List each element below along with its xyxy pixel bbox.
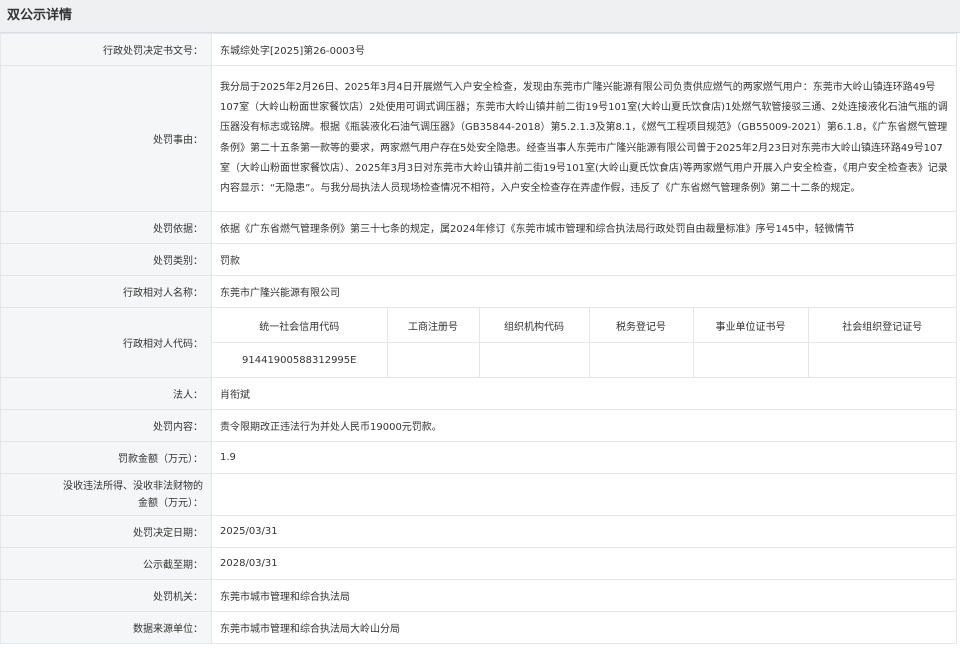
amount-value: 1.9 (211, 441, 957, 474)
code-header-business: 工商注册号 (387, 308, 480, 343)
doc-no-label: 行政处罚决定书文号： (0, 33, 212, 66)
row-doc-no: 行政处罚决定书文号： 东城综处字[2025]第26-0003号 (0, 33, 957, 66)
legal-rep-label: 法人： (0, 377, 212, 410)
reason-value: 我分局于2025年2月26日、2025年3月4日开展燃气入户安全检查，发现由东莞… (211, 65, 957, 212)
row-amount: 罚款金额（万元）： 1.9 (0, 441, 957, 474)
code-value-social-org (808, 343, 956, 378)
detail-table: 行政处罚决定书文号： 东城综处字[2025]第26-0003号 处罚事由： 我分… (0, 33, 957, 644)
basis-label: 处罚依据： (0, 211, 212, 244)
party-code-label: 行政相对人代码： (0, 307, 212, 378)
party-name-value: 东莞市广隆兴能源有限公司 (211, 275, 957, 308)
confiscation-label: 没收违法所得、没收非法财物的 金额（万元）： (0, 473, 212, 516)
source-value: 东莞市城市管理和综合执法局大岭山分局 (211, 611, 957, 644)
source-label: 数据来源单位： (0, 611, 212, 644)
code-header-social-org: 社会组织登记证号 (808, 308, 956, 343)
code-value-business (387, 342, 480, 377)
party-code-cell: 统一社会信用代码 工商注册号 组织机构代码 税务登记号 事业单位证书号 社会组织… (211, 307, 957, 378)
code-value-tax (589, 342, 694, 377)
row-decision-date: 处罚决定日期： 2025/03/31 (0, 515, 957, 548)
code-header-tax: 税务登记号 (589, 308, 694, 343)
page-title: 双公示详情 (0, 0, 960, 33)
expiry-date-value: 2028/03/31 (211, 547, 957, 580)
row-party-code: 行政相对人代码： 统一社会信用代码 工商注册号 组织机构代码 税务登记号 事业单… (0, 307, 957, 378)
category-label: 处罚类别： (0, 243, 212, 276)
code-value-institution (693, 342, 809, 377)
row-confiscation: 没收违法所得、没收非法财物的 金额（万元）： (0, 473, 957, 516)
category-value: 罚款 (211, 243, 957, 276)
row-content: 处罚内容： 责令限期改正违法行为并处人民币19000元罚款。 (0, 409, 957, 442)
code-header-org: 组织机构代码 (479, 308, 590, 343)
row-expiry-date: 公示截至期： 2028/03/31 (0, 547, 957, 580)
party-code-table: 统一社会信用代码 工商注册号 组织机构代码 税务登记号 事业单位证书号 社会组织… (212, 308, 956, 377)
row-party-name: 行政相对人名称： 东莞市广隆兴能源有限公司 (0, 275, 957, 308)
decision-date-value: 2025/03/31 (211, 515, 957, 548)
code-header-row: 统一社会信用代码 工商注册号 组织机构代码 税务登记号 事业单位证书号 社会组织… (212, 308, 956, 343)
detail-page: 双公示详情 行政处罚决定书文号： 东城综处字[2025]第26-0003号 处罚… (0, 0, 960, 653)
doc-no-value: 东城综处字[2025]第26-0003号 (211, 33, 957, 66)
legal-rep-value: 肖衔斌 (211, 377, 957, 410)
expiry-date-label: 公示截至期： (0, 547, 212, 580)
content-value: 责令限期改正违法行为并处人民币19000元罚款。 (211, 409, 957, 442)
row-authority: 处罚机关： 东莞市城市管理和综合执法局 (0, 579, 957, 612)
authority-label: 处罚机关： (0, 579, 212, 612)
confiscation-label-line2: 金额（万元）： (138, 497, 203, 509)
reason-label: 处罚事由： (0, 65, 212, 212)
row-legal-rep: 法人： 肖衔斌 (0, 377, 957, 410)
content-label: 处罚内容： (0, 409, 212, 442)
decision-date-label: 处罚决定日期： (0, 515, 212, 548)
code-value-org (479, 342, 590, 377)
row-basis: 处罚依据： 依据《广东省燃气管理条例》第三十七条的规定，属2024年修订《东莞市… (0, 211, 957, 244)
code-value-credit: 91441900588312995E (212, 342, 388, 377)
amount-label: 罚款金额（万元）： (0, 441, 212, 474)
confiscation-label-line1: 没收违法所得、没收非法财物的 (63, 480, 203, 492)
code-header-credit: 统一社会信用代码 (212, 308, 388, 343)
code-value-row: 91441900588312995E (212, 342, 956, 378)
code-header-institution: 事业单位证书号 (693, 308, 809, 343)
party-name-label: 行政相对人名称： (0, 275, 212, 308)
confiscation-value (211, 473, 957, 516)
row-category: 处罚类别： 罚款 (0, 243, 957, 276)
row-source: 数据来源单位： 东莞市城市管理和综合执法局大岭山分局 (0, 611, 957, 644)
basis-value: 依据《广东省燃气管理条例》第三十七条的规定，属2024年修订《东莞市城市管理和综… (211, 211, 957, 244)
row-reason: 处罚事由： 我分局于2025年2月26日、2025年3月4日开展燃气入户安全检查… (0, 65, 957, 212)
authority-value: 东莞市城市管理和综合执法局 (211, 579, 957, 612)
